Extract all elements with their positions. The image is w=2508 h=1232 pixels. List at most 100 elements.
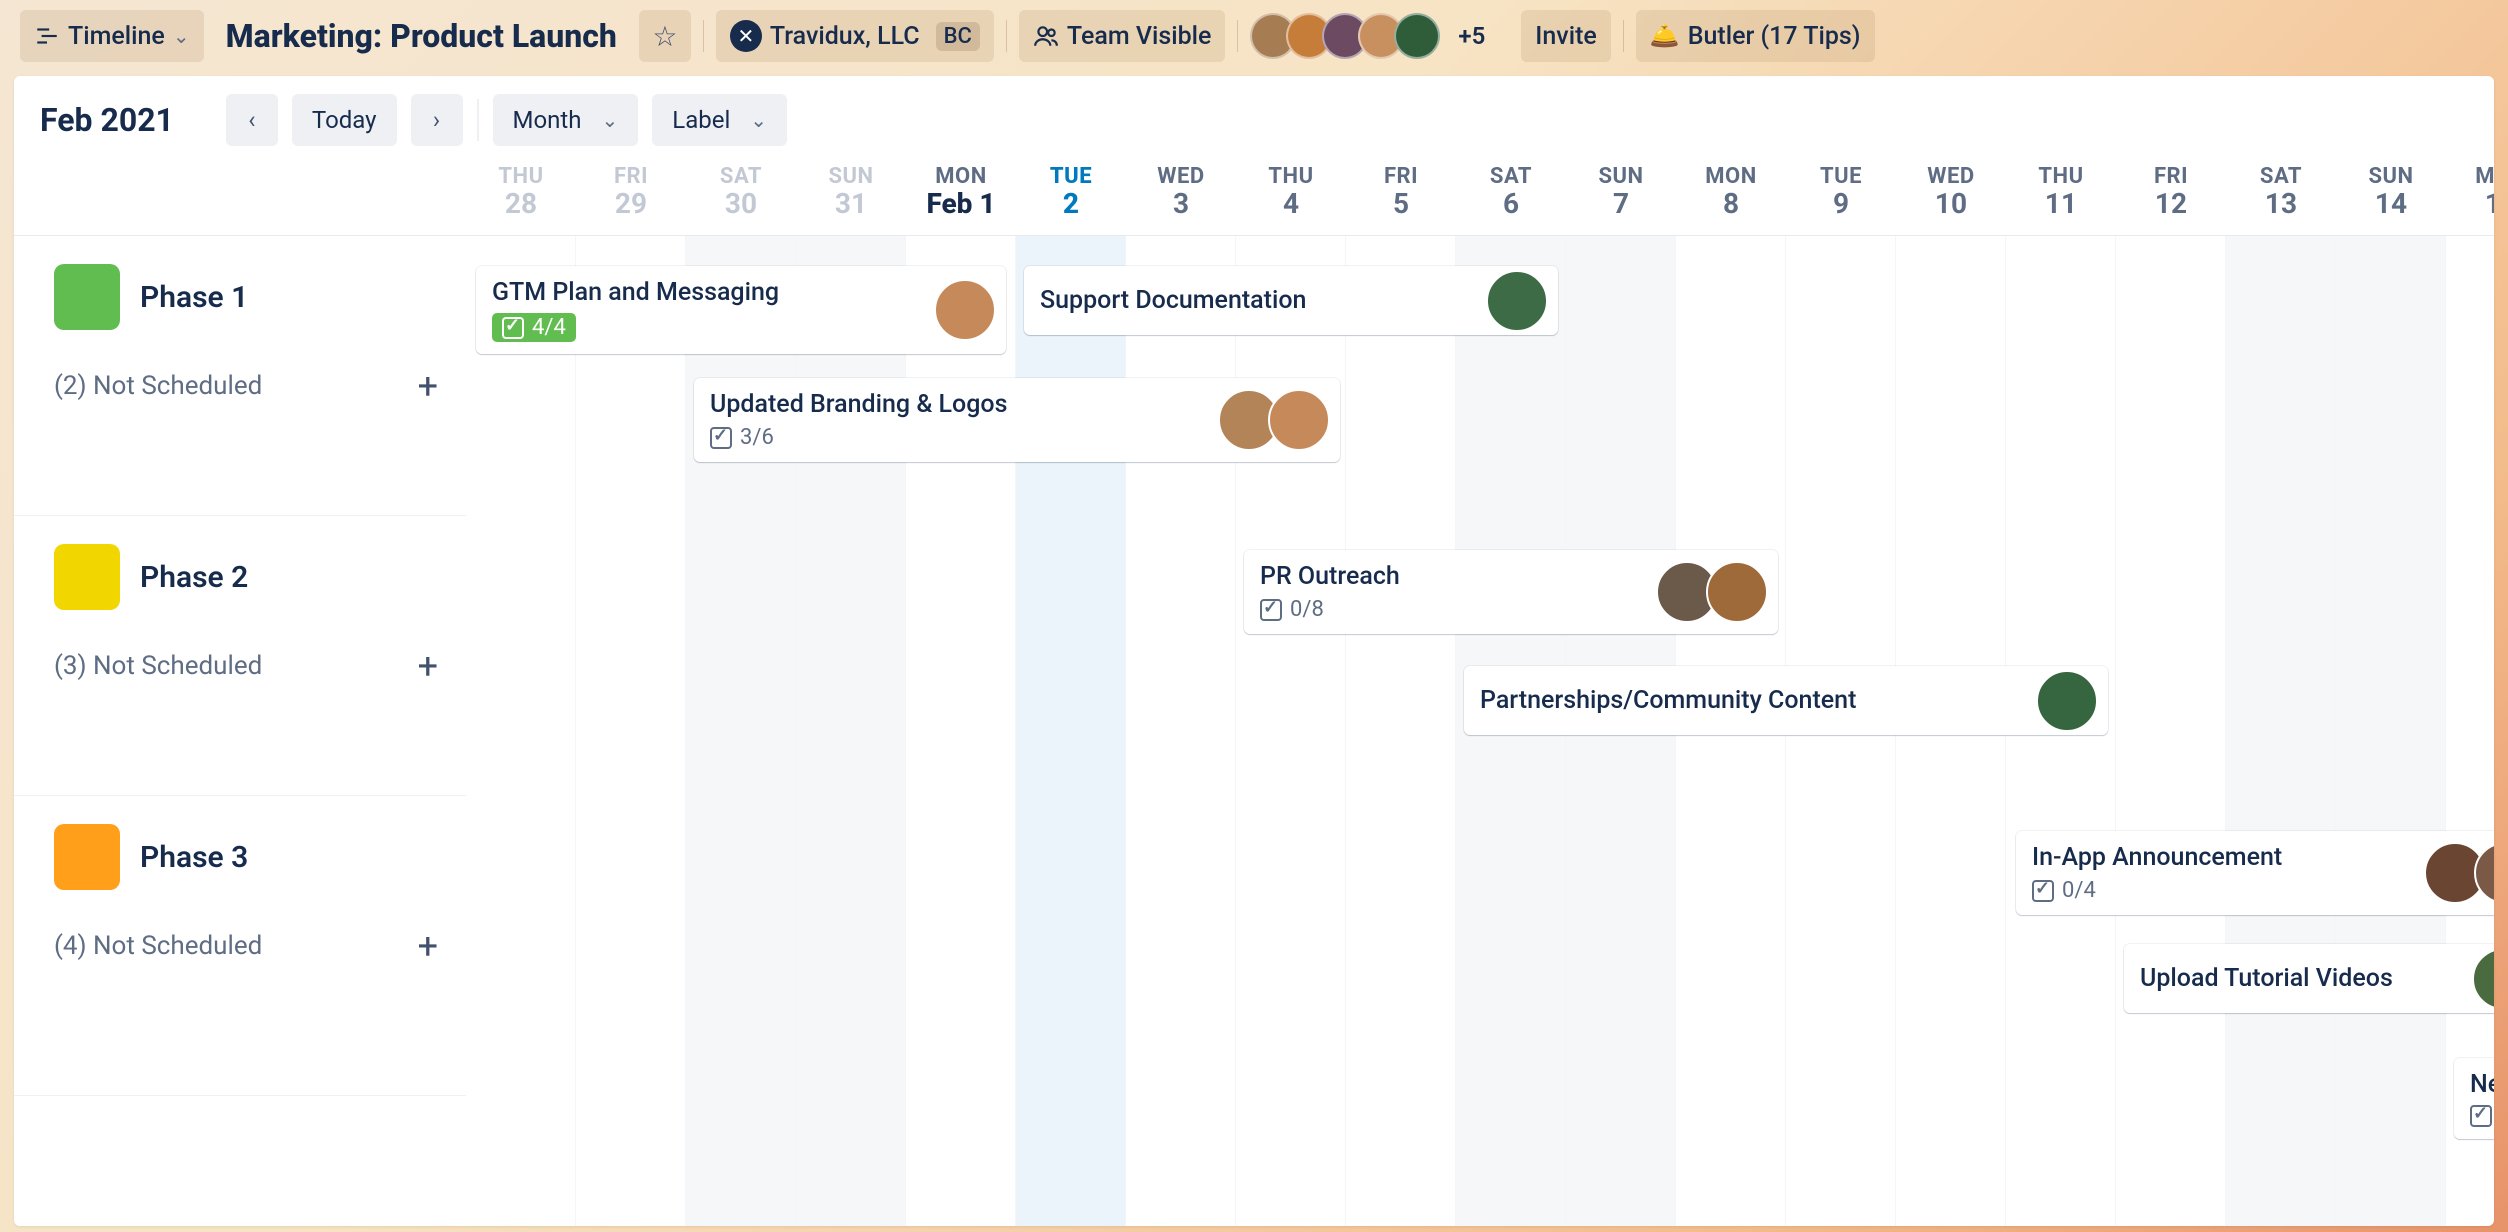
- day-column-header: TUE9: [1786, 160, 1896, 235]
- member-avatar[interactable]: [1706, 561, 1768, 623]
- card-avatars: [934, 279, 996, 341]
- more-members-count[interactable]: +5: [1458, 22, 1485, 50]
- timeline-panel: Feb 2021 ‹ Today › Month ⌄ Label ⌄ THU28…: [14, 76, 2494, 1226]
- member-avatar[interactable]: [1394, 13, 1440, 59]
- timeline-card[interactable]: Partnerships/Community Content: [1464, 666, 2108, 735]
- timeline-card[interactable]: In-App Announcement0/4: [2016, 831, 2494, 915]
- timeline-card[interactable]: Updated Branding & Logos3/6: [694, 378, 1340, 462]
- lane: Phase 3 (4) Not Scheduled +: [14, 796, 466, 1096]
- lane: Phase 2 (3) Not Scheduled +: [14, 516, 466, 796]
- day-column-header: FRI29: [576, 160, 686, 235]
- day-column-header: FRI5: [1346, 160, 1456, 235]
- not-scheduled-label[interactable]: (3) Not Scheduled: [54, 651, 262, 681]
- people-icon: [1033, 23, 1059, 49]
- lane-name: Phase 1: [140, 280, 248, 315]
- card-title: Support Documentation: [1040, 286, 1542, 315]
- invite-label: Invite: [1535, 22, 1597, 51]
- member-avatar[interactable]: [934, 279, 996, 341]
- team-logo-icon: ✕: [730, 20, 762, 52]
- timeline-icon: [34, 23, 60, 49]
- member-avatar[interactable]: [2472, 948, 2494, 1010]
- butler-label: Butler (17 Tips): [1688, 22, 1861, 51]
- divider: [477, 99, 479, 141]
- chevron-down-icon: ⌄: [602, 108, 619, 132]
- period-label: Feb 2021: [40, 101, 174, 139]
- timeline-card[interactable]: Support Documentation: [1024, 266, 1558, 335]
- add-card-button[interactable]: +: [418, 648, 438, 684]
- timeline-card[interactable]: GTM Plan and Messaging4/4: [476, 266, 1006, 354]
- day-column-header: SUN7: [1566, 160, 1676, 235]
- prev-button[interactable]: ‹: [226, 94, 278, 146]
- day-header: THU28FRI29SAT30SUN31MONFeb 1TUE2WED3THU4…: [14, 160, 2494, 236]
- add-card-button[interactable]: +: [418, 368, 438, 404]
- day-column-header: SAT13: [2226, 160, 2336, 235]
- view-switcher-button[interactable]: Timeline ⌄: [20, 10, 204, 62]
- day-column-header: SAT6: [1456, 160, 1566, 235]
- member-avatar[interactable]: [1268, 389, 1330, 451]
- checklist-badge: 0/8: [1260, 597, 1324, 622]
- star-button[interactable]: ☆: [639, 10, 691, 62]
- group-dropdown[interactable]: Label ⌄: [652, 94, 787, 146]
- day-column-header: TUE2: [1016, 160, 1126, 235]
- day-column-header: WED10: [1896, 160, 2006, 235]
- card-avatars: [2472, 948, 2494, 1010]
- lane-color-swatch: [54, 544, 120, 610]
- team-button[interactable]: ✕ Travidux, LLC BC: [716, 10, 994, 62]
- divider: [703, 20, 704, 52]
- check-icon: [502, 317, 524, 339]
- lane-name: Phase 3: [140, 840, 248, 875]
- visibility-label: Team Visible: [1067, 22, 1212, 51]
- add-card-button[interactable]: +: [418, 928, 438, 964]
- day-column-header: WED3: [1126, 160, 1236, 235]
- invite-button[interactable]: Invite: [1521, 10, 1611, 62]
- check-icon: [710, 427, 732, 449]
- member-avatars[interactable]: [1250, 13, 1440, 59]
- card-avatars: [2036, 670, 2098, 732]
- chevron-right-icon: ›: [433, 106, 440, 134]
- day-column-header: MONFeb 1: [906, 160, 1016, 235]
- card-avatars: [1218, 389, 1330, 451]
- lane: Phase 1 (2) Not Scheduled +: [14, 236, 466, 516]
- day-column-header: MON8: [1676, 160, 1786, 235]
- card-title: Partnerships/Community Content: [1480, 686, 2092, 715]
- chevron-down-icon: ⌄: [173, 24, 190, 48]
- lane-color-swatch: [54, 264, 120, 330]
- lane-name: Phase 2: [140, 560, 248, 595]
- day-column-header: THU28: [466, 160, 576, 235]
- member-avatar[interactable]: [1486, 270, 1548, 332]
- divider: [1623, 20, 1624, 52]
- chevron-left-icon: ‹: [248, 106, 255, 134]
- day-column-header: THU11: [2006, 160, 2116, 235]
- checklist-badge: 0/4: [2032, 878, 2096, 903]
- not-scheduled-label[interactable]: (4) Not Scheduled: [54, 931, 262, 961]
- day-column-header: SUN31: [796, 160, 906, 235]
- team-name: Travidux, LLC: [770, 22, 920, 51]
- today-label: Today: [312, 106, 377, 134]
- check-icon: [1260, 599, 1282, 621]
- timeline-card[interactable]: Nev: [2454, 1058, 2494, 1139]
- lane-color-swatch: [54, 824, 120, 890]
- day-column-header: MON15: [2446, 160, 2494, 235]
- board-title[interactable]: Marketing: Product Launch: [216, 17, 627, 55]
- next-button[interactable]: ›: [411, 94, 463, 146]
- timeline-card[interactable]: Upload Tutorial Videos: [2124, 944, 2494, 1013]
- scale-label: Month: [513, 106, 582, 134]
- card-avatars: [1486, 270, 1548, 332]
- not-scheduled-label[interactable]: (2) Not Scheduled: [54, 371, 262, 401]
- today-button[interactable]: Today: [292, 94, 397, 146]
- team-code-badge: BC: [936, 22, 980, 51]
- scale-dropdown[interactable]: Month ⌄: [493, 94, 639, 146]
- visibility-button[interactable]: Team Visible: [1019, 10, 1226, 62]
- chevron-down-icon: ⌄: [750, 108, 767, 132]
- checklist-badge: 3/6: [710, 425, 774, 450]
- card-avatars: [2424, 842, 2494, 904]
- timeline-card[interactable]: PR Outreach0/8: [1244, 550, 1778, 634]
- butler-button[interactable]: 🛎️ Butler (17 Tips): [1636, 10, 1875, 62]
- check-icon: [2470, 1105, 2492, 1127]
- check-icon: [2032, 880, 2054, 902]
- group-label: Label: [672, 106, 730, 134]
- card-title: GTM Plan and Messaging: [492, 278, 990, 307]
- divider: [1006, 20, 1007, 52]
- star-icon: ☆: [652, 20, 677, 53]
- member-avatar[interactable]: [2036, 670, 2098, 732]
